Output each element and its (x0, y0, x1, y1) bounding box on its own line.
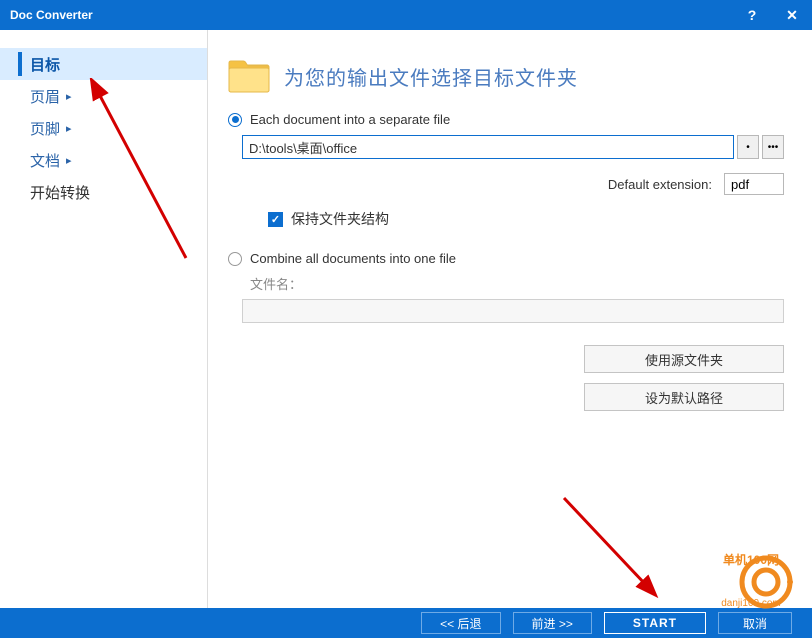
help-button[interactable]: ? (732, 0, 772, 30)
close-icon: ✕ (786, 7, 798, 24)
cancel-button[interactable]: 取消 (718, 612, 792, 634)
back-button[interactable]: << 后退 (421, 612, 500, 634)
sidebar-item-footer[interactable]: 页脚 ▸ (0, 112, 207, 144)
default-extension-input[interactable] (724, 173, 784, 195)
radio-separate-row[interactable]: Each document into a separate file (228, 112, 784, 127)
main-panel: 为您的输出文件选择目标文件夹 Each document into a sepa… (208, 30, 812, 608)
sidebar-item-header[interactable]: 页眉 ▸ (0, 80, 207, 112)
radio-separate-label: Each document into a separate file (250, 112, 450, 127)
filename-input (242, 299, 784, 323)
action-button-group: 使用源文件夹 设为默认路径 (228, 345, 784, 411)
chevron-right-icon: ▸ (66, 90, 72, 103)
folder-icon (228, 58, 270, 94)
sidebar-item-document[interactable]: 文档 ▸ (0, 144, 207, 176)
sidebar-item-label: 页眉 (30, 86, 60, 107)
cancel-label: 取消 (743, 615, 767, 632)
default-extension-row: Default extension: (228, 173, 784, 195)
path-browse-button[interactable]: ••• (762, 135, 784, 159)
start-label: START (633, 616, 677, 630)
radio-combine[interactable] (228, 252, 242, 266)
keep-structure-row[interactable]: ✓ 保持文件夹结构 (268, 209, 784, 229)
page-header: 为您的输出文件选择目标文件夹 (228, 58, 784, 94)
sidebar-item-start-convert[interactable]: 开始转换 (0, 176, 207, 208)
radio-combine-label: Combine all documents into one file (250, 251, 456, 266)
radio-separate[interactable] (228, 113, 242, 127)
use-source-folder-label: 使用源文件夹 (645, 350, 723, 369)
dot-icon: • (746, 142, 750, 153)
footer-bar: << 后退 前进 >> START 取消 (0, 608, 812, 638)
set-default-path-button[interactable]: 设为默认路径 (584, 383, 784, 411)
forward-button[interactable]: 前进 >> (513, 612, 592, 634)
radio-combine-row[interactable]: Combine all documents into one file (228, 251, 784, 266)
keep-structure-label: 保持文件夹结构 (291, 209, 389, 229)
sidebar-item-target[interactable]: 目标 (0, 48, 207, 80)
ellipsis-icon: ••• (768, 142, 779, 153)
page-title: 为您的输出文件选择目标文件夹 (284, 62, 578, 91)
use-source-folder-button[interactable]: 使用源文件夹 (584, 345, 784, 373)
set-default-path-label: 设为默认路径 (645, 388, 723, 407)
chevron-right-icon: ▸ (66, 154, 72, 167)
path-row: • ••• (242, 135, 784, 159)
keep-structure-checkbox[interactable]: ✓ (268, 212, 283, 227)
close-button[interactable]: ✕ (772, 0, 812, 30)
sidebar-item-label: 文档 (30, 150, 60, 171)
start-button[interactable]: START (604, 612, 706, 634)
window-title: Doc Converter (10, 8, 93, 22)
content-area: 目标 页眉 ▸ 页脚 ▸ 文档 ▸ 开始转换 为您的输 (0, 30, 812, 608)
sidebar-item-label: 页脚 (30, 118, 60, 139)
default-extension-label: Default extension: (608, 177, 712, 192)
back-label: << 后退 (440, 615, 481, 632)
help-icon: ? (748, 7, 757, 23)
forward-label: 前进 >> (532, 615, 573, 632)
sidebar-item-label: 开始转换 (30, 182, 90, 203)
sidebar-item-label: 目标 (30, 54, 60, 75)
path-clear-button[interactable]: • (737, 135, 759, 159)
sidebar: 目标 页眉 ▸ 页脚 ▸ 文档 ▸ 开始转换 (0, 30, 208, 608)
filename-label: 文件名： (250, 274, 784, 293)
chevron-right-icon: ▸ (66, 122, 72, 135)
titlebar: Doc Converter ? ✕ (0, 0, 812, 30)
output-path-input[interactable] (242, 135, 734, 159)
